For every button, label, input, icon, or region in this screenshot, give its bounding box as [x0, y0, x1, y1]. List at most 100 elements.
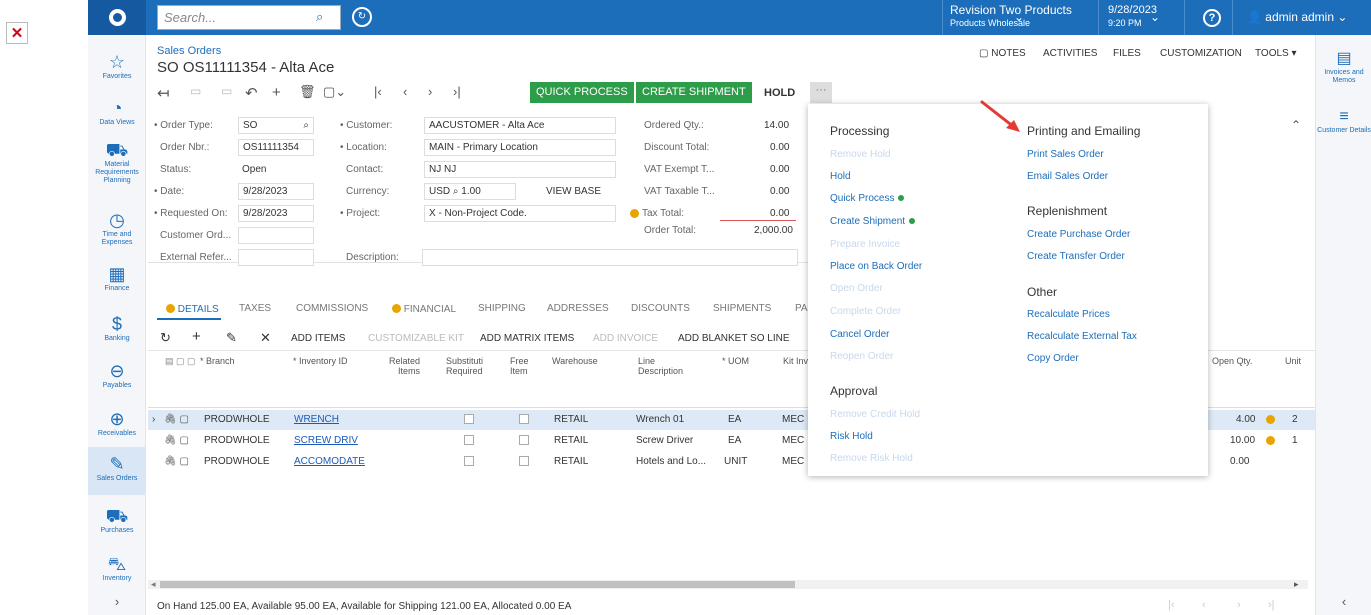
cell-open-qty[interactable]: 4.00 [1236, 414, 1255, 425]
search-input[interactable]: Search... [157, 5, 341, 30]
row-icons[interactable]: 🖇 ▢ [164, 435, 189, 446]
last-record-icon[interactable]: ›| [453, 84, 461, 99]
nav-payables[interactable]: ⊖ Payables [88, 360, 146, 390]
column-uom[interactable]: * UOM [722, 356, 749, 366]
cell-branch[interactable]: PRODWHOLE [204, 435, 270, 446]
activities-link[interactable]: ACTIVITIES [1043, 48, 1097, 59]
menu-item-hold[interactable]: Hold [830, 171, 851, 182]
menu-item-open-order[interactable]: Open Order [830, 283, 883, 294]
scroll-right-icon[interactable]: ▸ [1294, 579, 1299, 590]
breadcrumb[interactable]: Sales Orders [157, 45, 221, 57]
menu-item-place-on-back-order[interactable]: Place on Back Order [830, 261, 922, 272]
cell-kit[interactable]: MEC [782, 435, 804, 446]
tab-taxes[interactable]: TAXES [239, 303, 271, 314]
logo[interactable] [88, 0, 146, 35]
tab-commissions[interactable]: COMMISSIONS [296, 303, 368, 314]
quick-process-button[interactable]: QUICK PROCESS [530, 82, 634, 103]
column-substitute-required[interactable]: Substituti Required [446, 356, 491, 376]
notes-link[interactable]: ▢ NOTES [979, 48, 1026, 59]
menu-item-cancel-order[interactable]: Cancel Order [830, 329, 889, 340]
last-page-icon[interactable]: ›| [1268, 599, 1275, 611]
cell-unit[interactable]: 1 [1292, 435, 1298, 446]
cell-open-qty[interactable]: 0.00 [1230, 456, 1249, 467]
copy-icon[interactable]: ▢⌄ [323, 84, 346, 100]
chevron-down-icon[interactable]: ⌄ [1150, 10, 1160, 24]
previous-page-icon[interactable]: ‹ [1202, 599, 1206, 611]
back-icon[interactable]: ↤ [157, 84, 170, 102]
collapse-panel-icon[interactable]: ‹ [1316, 595, 1371, 608]
hold-button[interactable]: HOLD [764, 87, 795, 99]
chevron-down-icon[interactable]: ⌄ [1014, 10, 1024, 24]
undo-icon[interactable]: ↶ [245, 84, 258, 102]
tab-payments[interactable]: PA [795, 303, 808, 314]
nav-time-expenses[interactable]: ◷ Time and Expenses [88, 209, 146, 247]
cell-inventory-id[interactable]: WRENCH [294, 414, 339, 425]
tab-shipments[interactable]: SHIPMENTS [713, 303, 771, 314]
scrollbar-thumb[interactable] [160, 581, 795, 588]
cell-uom[interactable]: EA [728, 435, 741, 446]
collapse-header-icon[interactable]: ⌃ [1291, 118, 1301, 132]
search-icon[interactable]: ⌕ [316, 9, 323, 25]
external-ref-field[interactable] [238, 249, 314, 266]
column-inventory-id[interactable]: * Inventory ID [293, 356, 348, 366]
menu-item-copy-order[interactable]: Copy Order [1027, 353, 1079, 364]
nav-finance[interactable]: ▦ Finance [88, 263, 146, 293]
tab-addresses[interactable]: ADDRESSES [547, 303, 609, 314]
cell-uom[interactable]: UNIT [724, 456, 747, 467]
cell-warehouse[interactable]: RETAIL [554, 414, 588, 425]
delete-row-icon[interactable]: ✕ [260, 330, 271, 346]
previous-record-icon[interactable]: ‹ [403, 84, 407, 99]
row-icons[interactable]: 🖇 ▢ [164, 414, 189, 425]
refresh-icon[interactable]: ↻ [160, 330, 171, 346]
branch-selector[interactable]: Revision Two Products Products Wholesale [950, 4, 1072, 30]
project-field[interactable]: X - Non-Project Code. [424, 205, 616, 222]
nav-receivables[interactable]: ⊕ Receivables [88, 408, 146, 438]
nav-favorites[interactable]: ☆ Favorites [88, 51, 146, 81]
column-unit[interactable]: Unit [1285, 356, 1301, 366]
column-kit-inventory[interactable]: Kit Inv [783, 356, 808, 366]
nav-mrp[interactable]: ⛟ Material Requirements Planning [88, 139, 146, 185]
cell-warehouse[interactable]: RETAIL [554, 435, 588, 446]
column-warehouse[interactable]: Warehouse [552, 356, 598, 366]
nav-sales-orders[interactable]: ✎ Sales Orders [88, 447, 146, 495]
substitute-checkbox[interactable] [464, 414, 474, 424]
cell-unit[interactable]: 2 [1292, 414, 1298, 425]
free-item-checkbox[interactable] [519, 414, 529, 424]
cell-line-description[interactable]: Hotels and Lo... [636, 456, 706, 467]
menu-item-create-shipment[interactable]: Create Shipment [830, 216, 916, 227]
next-record-icon[interactable]: › [428, 84, 432, 99]
menu-item-reopen-order[interactable]: Reopen Order [830, 351, 893, 362]
order-type-field[interactable]: SO ⌕ [238, 117, 314, 134]
menu-item-quick-process[interactable]: Quick Process [830, 193, 905, 204]
tab-financial[interactable]: FINANCIAL [392, 303, 456, 315]
cell-branch[interactable]: PRODWHOLE [204, 414, 270, 425]
files-link[interactable]: FILES [1113, 48, 1141, 59]
menu-item-remove-risk-hold[interactable]: Remove Risk Hold [830, 453, 913, 464]
cell-line-description[interactable]: Screw Driver [636, 435, 693, 446]
invoices-memos-link[interactable]: ▤ Invoices and Memos [1316, 49, 1371, 85]
menu-item-create-transfer-order[interactable]: Create Transfer Order [1027, 251, 1125, 262]
menu-item-remove-hold[interactable]: Remove Hold [830, 149, 891, 160]
cell-uom[interactable]: EA [728, 414, 741, 425]
row-icons[interactable]: 🖇 ▢ [164, 456, 189, 467]
add-icon[interactable]: + [272, 84, 281, 101]
expand-nav-icon[interactable]: › [88, 595, 146, 608]
order-nbr-field[interactable]: OS11111354 [238, 139, 314, 156]
nav-inventory[interactable]: ⛍ Inventory [88, 553, 146, 583]
free-item-checkbox[interactable] [519, 435, 529, 445]
tab-shipping[interactable]: SHIPPING [478, 303, 526, 314]
location-field[interactable]: MAIN - Primary Location [424, 139, 616, 156]
customization-link[interactable]: CUSTOMIZATION [1160, 48, 1242, 59]
customizable-kit-button[interactable]: CUSTOMIZABLE KIT [368, 333, 464, 344]
tab-details[interactable]: DETAILS [166, 303, 219, 315]
cell-warehouse[interactable]: RETAIL [554, 456, 588, 467]
nav-purchases[interactable]: ⛟ Purchases [88, 505, 146, 535]
first-page-icon[interactable]: |‹ [1168, 599, 1175, 611]
cell-kit[interactable]: MEC [782, 456, 804, 467]
menu-item-recalculate-external-tax[interactable]: Recalculate External Tax [1027, 331, 1137, 342]
more-actions-button[interactable]: ··· [810, 82, 832, 103]
column-related-items[interactable]: Related Items [384, 356, 420, 376]
view-base-button[interactable]: VIEW BASE [546, 186, 602, 197]
nav-banking[interactable]: $ Banking [88, 313, 146, 343]
currency-field[interactable]: USD ⌕ 1.00 [424, 183, 516, 200]
